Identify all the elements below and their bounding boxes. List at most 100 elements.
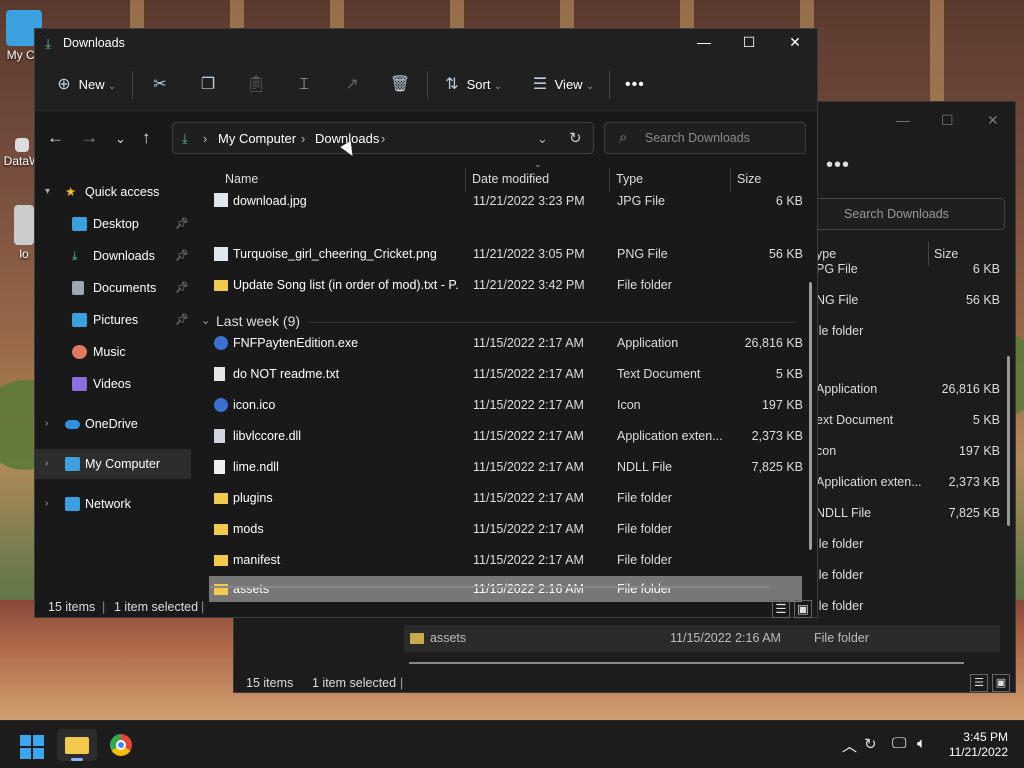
horizontal-scrollbar[interactable] — [409, 662, 964, 664]
volume-icon[interactable]: 🔈︎ — [917, 735, 926, 752]
network-status-icon[interactable]: 🖵︎ — [892, 735, 906, 752]
folder-icon — [214, 524, 228, 535]
breadcrumb-separator: › — [381, 131, 386, 146]
list-item[interactable]: lime.ndll 11/15/2022 2:17 AM NDLL File 7… — [209, 452, 803, 483]
nav-item-quick-access[interactable]: ▾ ★ Quick access — [35, 177, 191, 207]
file-date: 11/21/2022 3:05 PM — [473, 247, 585, 261]
close-icon[interactable]: ✕ — [987, 112, 999, 129]
vertical-scrollbar[interactable] — [809, 282, 812, 550]
search-input[interactable]: Search Downloads — [809, 198, 1005, 230]
column-divider[interactable] — [609, 168, 610, 192]
file-type: Application — [816, 382, 878, 396]
paste-button[interactable]: 📋︎ — [245, 72, 267, 98]
nav-item-network[interactable]: › Network — [35, 489, 191, 519]
view-label: View — [554, 77, 583, 92]
nav-item-music[interactable]: Music — [35, 337, 191, 367]
column-header-name[interactable]: Name — [225, 172, 258, 186]
chevron-up-icon[interactable]: ︿ — [842, 735, 857, 756]
close-button[interactable]: ✕ — [772, 29, 818, 57]
column-header-date[interactable]: Date modified — [472, 172, 549, 186]
toolbar-divider — [427, 71, 428, 99]
up-arrow-icon[interactable]: ↑ — [142, 128, 151, 148]
file-name: FNFPaytenEdition.exe — [233, 336, 359, 350]
list-item[interactable]: manifest 11/15/2022 2:17 AM File folder — [209, 545, 802, 576]
file-date: 11/21/2022 3:42 PM — [473, 278, 585, 292]
clock[interactable]: 3:45 PM 11/21/2022 — [948, 730, 1008, 760]
minimize-icon[interactable]: — — [896, 112, 910, 128]
breadcrumb-my-computer[interactable]: My Computer — [218, 131, 296, 146]
share-button[interactable]: ↗ — [341, 72, 363, 98]
nav-item-onedrive[interactable]: › OneDrive — [35, 409, 191, 439]
taskbar-chrome[interactable] — [101, 729, 141, 761]
file-type: PG File — [816, 262, 858, 276]
tiles-view-button[interactable]: ▣ — [794, 600, 812, 618]
explorer-window[interactable]: ⤓ Downloads — ☐ ✕ ⊕ New ⌄ ✂ ❐ 📋︎ ⌶ ↗ 🗑︎ … — [34, 28, 818, 618]
forward-arrow-icon[interactable]: → — [81, 128, 98, 148]
start-button[interactable] — [12, 729, 52, 761]
status-divider: | — [102, 600, 106, 614]
search-input[interactable]: ⌕ Search Downloads — [604, 122, 806, 154]
list-item[interactable]: mods 11/15/2022 2:17 AM File folder — [209, 514, 802, 545]
music-icon — [72, 345, 87, 359]
list-item[interactable]: libvlccore.dll 11/15/2022 2:17 AM Applic… — [209, 421, 803, 452]
sort-button[interactable]: ⇅ Sort ⌄ — [441, 72, 502, 98]
file-name: mods — [233, 522, 264, 536]
minimize-button[interactable]: — — [681, 29, 727, 57]
search-placeholder: Search Downloads — [844, 207, 949, 221]
vertical-scrollbar[interactable] — [1007, 356, 1010, 526]
file-name: Turquoise_girl_cheering_Cricket.png — [233, 247, 437, 261]
details-view-button[interactable]: ☰ — [772, 600, 790, 618]
column-divider[interactable] — [730, 168, 731, 192]
file-size: 6 KB — [972, 262, 1000, 276]
list-item[interactable]: Update Song list (in order of mod).txt -… — [209, 270, 802, 301]
nav-item-videos[interactable]: Videos — [35, 369, 191, 399]
nav-item-pictures[interactable]: Pictures 📌︎ — [35, 305, 191, 335]
title-bar[interactable]: ⤓ Downloads — ☐ ✕ — [35, 29, 817, 57]
file-type: ile folder — [816, 568, 864, 582]
column-header-size[interactable]: Size — [737, 172, 761, 186]
refresh-icon[interactable]: ↻ — [569, 129, 582, 147]
chevron-down-icon: ⌄ — [586, 81, 594, 91]
nav-item-documents[interactable]: Documents 📌︎ — [35, 273, 191, 303]
file-type: JPG File — [617, 194, 665, 208]
column-divider[interactable] — [465, 168, 466, 192]
list-item[interactable]: download.jpg 11/21/2022 3:23 PM JPG File… — [209, 191, 802, 213]
taskbar-file-explorer[interactable] — [57, 729, 97, 761]
list-item[interactable]: icon.ico 11/15/2022 2:17 AM Icon 197 KB — [209, 390, 803, 421]
toolbar-divider — [609, 71, 610, 99]
rename-button[interactable]: ⌶ — [293, 72, 315, 98]
delete-button[interactable]: 🗑︎ — [389, 72, 411, 98]
see-more-button[interactable]: ••• — [625, 72, 645, 98]
file-name: plugins — [233, 491, 273, 505]
column-header-type[interactable]: Type — [616, 172, 643, 186]
nav-label: OneDrive — [85, 417, 138, 431]
maximize-icon[interactable]: ☐ — [941, 112, 954, 129]
view-button[interactable]: ☰ View ⌄ — [529, 72, 594, 98]
chevron-down-icon[interactable]: ⌄ — [537, 131, 548, 147]
chevron-down-icon: ⌄ — [494, 81, 502, 91]
file-date: 11/15/2022 2:17 AM — [473, 522, 584, 536]
nav-item-my-computer[interactable]: › My Computer — [35, 449, 191, 479]
recent-locations-icon[interactable]: ⌄ — [115, 131, 126, 147]
list-item[interactable]: plugins 11/15/2022 2:17 AM File folder — [209, 483, 802, 514]
tiles-view-button[interactable]: ▣ — [992, 674, 1010, 692]
list-item-selected[interactable]: assets 11/15/2022 2:16 AM File folder — [404, 625, 1000, 652]
nav-item-desktop[interactable]: Desktop 📌︎ — [35, 209, 191, 239]
sync-icon[interactable]: ↻ — [864, 735, 877, 753]
more-options-icon[interactable]: ••• — [826, 154, 850, 177]
back-arrow-icon[interactable]: ← — [47, 128, 64, 148]
copy-button[interactable]: ❐ — [197, 72, 219, 98]
list-item[interactable]: Turquoise_girl_cheering_Cricket.png 11/2… — [209, 239, 803, 270]
horizontal-scrollbar[interactable] — [210, 586, 770, 588]
nav-item-downloads[interactable]: ⤓ Downloads 📌︎ — [35, 241, 191, 271]
details-view-button[interactable]: ☰ — [970, 674, 988, 692]
list-item[interactable]: FNFPaytenEdition.exe 11/15/2022 2:17 AM … — [209, 328, 803, 359]
list-item[interactable]: do NOT readme.txt 11/15/2022 2:17 AM Tex… — [209, 359, 803, 390]
maximize-button[interactable]: ☐ — [726, 29, 772, 57]
search-placeholder: Search Downloads — [645, 131, 750, 145]
download-icon: ⤓ — [72, 249, 78, 263]
address-bar[interactable]: ⤓ › My Computer › Downloads › ⌄ ↻ — [172, 122, 594, 154]
new-button[interactable]: ⊕ New ⌄ — [53, 72, 116, 98]
breadcrumb-separator: › — [301, 131, 306, 146]
cut-button[interactable]: ✂ — [149, 72, 171, 98]
